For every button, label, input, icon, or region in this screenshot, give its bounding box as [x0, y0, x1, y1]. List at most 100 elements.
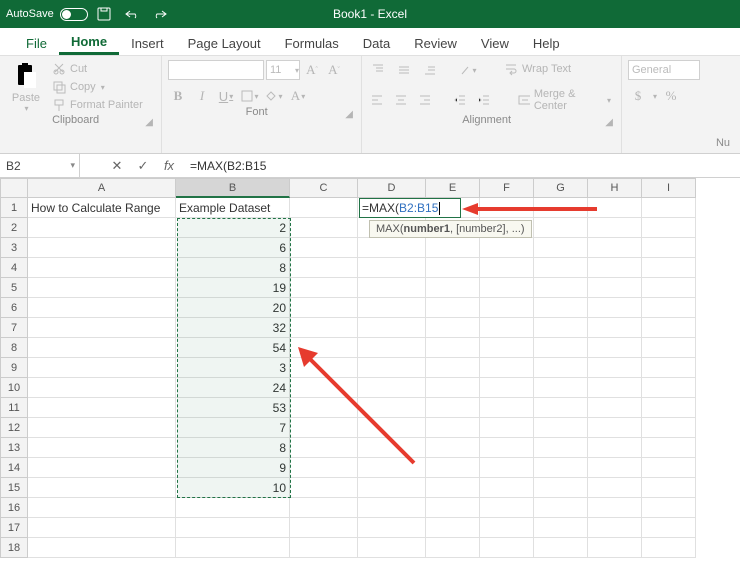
cell-E12[interactable]	[426, 418, 480, 438]
cell-C14[interactable]	[290, 458, 358, 478]
wrap-text-button[interactable]: Wrap Text	[500, 60, 575, 78]
column-header-I[interactable]: I	[642, 178, 696, 198]
cell-F5[interactable]	[480, 278, 534, 298]
cell-F10[interactable]	[480, 378, 534, 398]
cell-E10[interactable]	[426, 378, 480, 398]
cell-C18[interactable]	[290, 538, 358, 558]
cell-C15[interactable]	[290, 478, 358, 498]
cell-C16[interactable]	[290, 498, 358, 518]
tab-review[interactable]: Review	[402, 36, 469, 55]
select-all-corner[interactable]	[0, 178, 28, 198]
row-header-14[interactable]: 14	[0, 458, 28, 478]
cell-I9[interactable]	[642, 358, 696, 378]
cell-D17[interactable]	[358, 518, 426, 538]
cell-I7[interactable]	[642, 318, 696, 338]
cell-F6[interactable]	[480, 298, 534, 318]
number-format-select[interactable]: General	[628, 60, 700, 80]
cell-B13[interactable]: 8	[176, 438, 290, 458]
italic-button[interactable]: I	[192, 86, 212, 106]
row-header-12[interactable]: 12	[0, 418, 28, 438]
cell-G8[interactable]	[534, 338, 588, 358]
cell-E16[interactable]	[426, 498, 480, 518]
insert-function-button[interactable]: fx	[156, 154, 182, 177]
autosave-toggle[interactable]: AutoSave	[6, 8, 88, 21]
cell-F18[interactable]	[480, 538, 534, 558]
cell-I15[interactable]	[642, 478, 696, 498]
cell-H3[interactable]	[588, 238, 642, 258]
row-header-2[interactable]: 2	[0, 218, 28, 238]
cell-I1[interactable]	[642, 198, 696, 218]
cell-B3[interactable]: 6	[176, 238, 290, 258]
cell-B12[interactable]: 7	[176, 418, 290, 438]
cell-D12[interactable]	[358, 418, 426, 438]
cell-F12[interactable]	[480, 418, 534, 438]
row-header-4[interactable]: 4	[0, 258, 28, 278]
row-header-8[interactable]: 8	[0, 338, 28, 358]
cell-G11[interactable]	[534, 398, 588, 418]
cell-I4[interactable]	[642, 258, 696, 278]
cell-H9[interactable]	[588, 358, 642, 378]
cell-B8[interactable]: 54	[176, 338, 290, 358]
cell-E8[interactable]	[426, 338, 480, 358]
percent-format-button[interactable]: %	[661, 86, 681, 106]
column-header-C[interactable]: C	[290, 178, 358, 198]
cell-I8[interactable]	[642, 338, 696, 358]
cell-F13[interactable]	[480, 438, 534, 458]
align-left-button[interactable]	[368, 90, 386, 110]
cell-F3[interactable]	[480, 238, 534, 258]
tab-view[interactable]: View	[469, 36, 521, 55]
font-size-select[interactable]: 11▾	[266, 60, 300, 80]
cell-I3[interactable]	[642, 238, 696, 258]
cell-I17[interactable]	[642, 518, 696, 538]
cell-C3[interactable]	[290, 238, 358, 258]
row-header-9[interactable]: 9	[0, 358, 28, 378]
cell-A17[interactable]	[28, 518, 176, 538]
cell-A8[interactable]	[28, 338, 176, 358]
cell-A16[interactable]	[28, 498, 176, 518]
cell-G13[interactable]	[534, 438, 588, 458]
cell-F8[interactable]	[480, 338, 534, 358]
cell-H7[interactable]	[588, 318, 642, 338]
cell-H2[interactable]	[588, 218, 642, 238]
tab-file[interactable]: File	[14, 36, 59, 55]
spreadsheet-grid[interactable]: A B C D E F G H I 1How to Calculate Rang…	[0, 178, 740, 558]
cell-G10[interactable]	[534, 378, 588, 398]
cell-C7[interactable]	[290, 318, 358, 338]
row-header-11[interactable]: 11	[0, 398, 28, 418]
cell-C2[interactable]	[290, 218, 358, 238]
cell-D8[interactable]	[358, 338, 426, 358]
cell-B14[interactable]: 9	[176, 458, 290, 478]
cell-B11[interactable]: 53	[176, 398, 290, 418]
dialog-launcher-icon[interactable]: ◢	[145, 117, 155, 128]
cell-A13[interactable]	[28, 438, 176, 458]
enter-formula-button[interactable]: ✓	[130, 154, 156, 177]
cell-A6[interactable]	[28, 298, 176, 318]
cell-B18[interactable]	[176, 538, 290, 558]
cell-C5[interactable]	[290, 278, 358, 298]
cell-C12[interactable]	[290, 418, 358, 438]
cell-G4[interactable]	[534, 258, 588, 278]
cell-D7[interactable]	[358, 318, 426, 338]
cell-C4[interactable]	[290, 258, 358, 278]
cell-D15[interactable]	[358, 478, 426, 498]
font-name-select[interactable]	[168, 60, 264, 80]
cut-button[interactable]: Cut	[48, 60, 147, 78]
cell-A7[interactable]	[28, 318, 176, 338]
cell-A1[interactable]: How to Calculate Range	[28, 198, 176, 218]
column-header-B[interactable]: B	[176, 178, 290, 198]
cell-G2[interactable]	[534, 218, 588, 238]
cell-H17[interactable]	[588, 518, 642, 538]
tab-insert[interactable]: Insert	[119, 36, 176, 55]
cell-B6[interactable]: 20	[176, 298, 290, 318]
cell-B1[interactable]: Example Dataset	[176, 198, 290, 218]
cell-A14[interactable]	[28, 458, 176, 478]
cell-I10[interactable]	[642, 378, 696, 398]
cell-F7[interactable]	[480, 318, 534, 338]
cell-B7[interactable]: 32	[176, 318, 290, 338]
cell-G18[interactable]	[534, 538, 588, 558]
cell-A11[interactable]	[28, 398, 176, 418]
cell-H10[interactable]	[588, 378, 642, 398]
cell-B15[interactable]: 10	[176, 478, 290, 498]
column-header-A[interactable]: A	[28, 178, 176, 198]
cell-B10[interactable]: 24	[176, 378, 290, 398]
